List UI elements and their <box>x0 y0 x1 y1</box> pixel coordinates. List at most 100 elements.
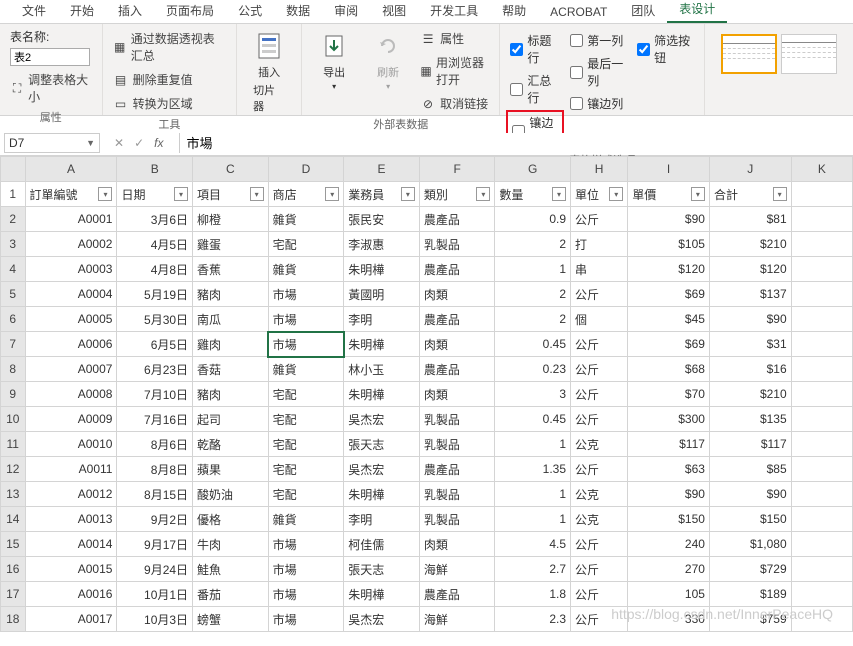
cell[interactable]: $90 <box>709 482 791 507</box>
cell[interactable]: 公斤 <box>571 607 628 632</box>
cell[interactable]: $117 <box>709 432 791 457</box>
filter-btn-check[interactable]: 筛选按钮 <box>637 32 694 66</box>
cell[interactable] <box>791 482 852 507</box>
total-row-check[interactable]: 汇总行 <box>510 72 560 106</box>
row-header[interactable]: 5 <box>1 282 26 307</box>
banded-col-check[interactable]: 镶边列 <box>570 95 627 112</box>
cell[interactable]: 8月8日 <box>117 457 193 482</box>
filter-dropdown-icon[interactable]: ▾ <box>609 187 623 201</box>
cell[interactable]: 公斤 <box>571 357 628 382</box>
cell[interactable]: 乳製品 <box>419 407 495 432</box>
last-col-check[interactable]: 最后一列 <box>570 55 627 89</box>
row-header[interactable]: 9 <box>1 382 26 407</box>
cell[interactable]: 240 <box>628 532 710 557</box>
cell[interactable]: $69 <box>628 332 710 357</box>
cell[interactable]: 海鮮 <box>419 607 495 632</box>
col-header-J[interactable]: J <box>709 157 791 182</box>
cell[interactable]: $69 <box>628 282 710 307</box>
cell[interactable]: 打 <box>571 232 628 257</box>
cell[interactable] <box>791 357 852 382</box>
cell[interactable]: $189 <box>709 582 791 607</box>
cell[interactable]: 6月23日 <box>117 357 193 382</box>
cell[interactable]: $90 <box>628 207 710 232</box>
row-header[interactable]: 17 <box>1 582 26 607</box>
cell[interactable]: 公克 <box>571 482 628 507</box>
cell[interactable]: 乳製品 <box>419 507 495 532</box>
cell[interactable]: 6月5日 <box>117 332 193 357</box>
cell[interactable]: 雞蛋 <box>193 232 269 257</box>
table-header-cell[interactable]: 數量▾ <box>495 182 571 207</box>
cell[interactable]: 8月15日 <box>117 482 193 507</box>
cell[interactable]: 10月3日 <box>117 607 193 632</box>
cell[interactable]: 農產品 <box>419 307 495 332</box>
cell[interactable]: 1 <box>495 257 571 282</box>
cell[interactable]: 雜貨 <box>268 207 344 232</box>
enter-icon[interactable]: ✓ <box>134 136 144 150</box>
cell[interactable]: 優格 <box>193 507 269 532</box>
cell[interactable]: A0014 <box>25 532 117 557</box>
cell[interactable]: A0007 <box>25 357 117 382</box>
cell[interactable]: $120 <box>628 257 710 282</box>
cell[interactable]: 張天志 <box>344 557 420 582</box>
col-header-I[interactable]: I <box>628 157 710 182</box>
table-header-cell[interactable]: 單位▾ <box>571 182 628 207</box>
cell[interactable]: 5月30日 <box>117 307 193 332</box>
cell[interactable]: 2 <box>495 232 571 257</box>
cell[interactable]: 李明 <box>344 307 420 332</box>
cell[interactable] <box>791 557 852 582</box>
cell[interactable]: 林小玉 <box>344 357 420 382</box>
cell[interactable]: $135 <box>709 407 791 432</box>
cell[interactable]: $117 <box>628 432 710 457</box>
cell[interactable]: 農產品 <box>419 207 495 232</box>
table-header-cell[interactable]: 商店▾ <box>268 182 344 207</box>
cell[interactable]: 朱明樺 <box>344 382 420 407</box>
dedup-button[interactable]: ▤删除重复值 <box>113 69 227 90</box>
cell[interactable]: 雜貨 <box>268 257 344 282</box>
cell[interactable]: $45 <box>628 307 710 332</box>
table-header-cell[interactable]: 業務員▾ <box>344 182 420 207</box>
cell[interactable]: 吳杰宏 <box>344 607 420 632</box>
cell[interactable]: 朱明樺 <box>344 482 420 507</box>
cell[interactable]: 肉類 <box>419 332 495 357</box>
cell[interactable]: 朱明樺 <box>344 257 420 282</box>
col-header-C[interactable]: C <box>193 157 269 182</box>
row-header[interactable]: 4 <box>1 257 26 282</box>
cell[interactable]: $137 <box>709 282 791 307</box>
filter-dropdown-icon[interactable]: ▾ <box>552 187 566 201</box>
cell[interactable]: 9月17日 <box>117 532 193 557</box>
cell[interactable]: $1,080 <box>709 532 791 557</box>
cell[interactable]: 個 <box>571 307 628 332</box>
cell[interactable]: 市場 <box>268 582 344 607</box>
export-button[interactable]: 导出 ▾ <box>312 28 356 93</box>
ribbon-tab-4[interactable]: 公式 <box>226 0 274 23</box>
cell[interactable] <box>791 432 852 457</box>
cell[interactable]: $729 <box>709 557 791 582</box>
cell[interactable]: 公斤 <box>571 382 628 407</box>
cell[interactable]: 0.45 <box>495 332 571 357</box>
cell[interactable]: 朱明樺 <box>344 582 420 607</box>
cell[interactable]: 公斤 <box>571 407 628 432</box>
cell[interactable]: 朱明樺 <box>344 332 420 357</box>
col-header-E[interactable]: E <box>344 157 420 182</box>
cell[interactable]: 李明 <box>344 507 420 532</box>
cell[interactable]: 公斤 <box>571 582 628 607</box>
cell[interactable]: 乳製品 <box>419 232 495 257</box>
cell[interactable]: 4月5日 <box>117 232 193 257</box>
refresh-button[interactable]: 刷新 ▾ <box>366 28 410 93</box>
cell[interactable]: A0002 <box>25 232 117 257</box>
cell[interactable]: 2.3 <box>495 607 571 632</box>
cell[interactable]: $150 <box>709 507 791 532</box>
cell[interactable]: $210 <box>709 382 791 407</box>
cell[interactable]: 宅配 <box>268 457 344 482</box>
cell[interactable]: 乳製品 <box>419 432 495 457</box>
cell[interactable]: $90 <box>628 482 710 507</box>
cell[interactable]: 2.7 <box>495 557 571 582</box>
cell[interactable]: 肉類 <box>419 382 495 407</box>
cell[interactable]: 市場 <box>268 282 344 307</box>
table-name-input[interactable] <box>10 48 90 66</box>
ribbon-tab-10[interactable]: ACROBAT <box>538 1 619 23</box>
cell[interactable]: 肉類 <box>419 532 495 557</box>
cell[interactable]: 農產品 <box>419 457 495 482</box>
cell[interactable]: 公斤 <box>571 207 628 232</box>
cell[interactable]: A0005 <box>25 307 117 332</box>
